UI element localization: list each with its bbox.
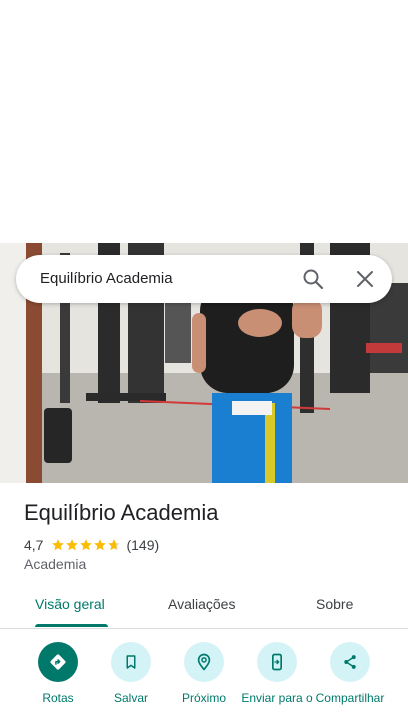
close-icon[interactable] <box>353 267 377 291</box>
star-icon <box>80 539 93 551</box>
save-label: Salvar <box>113 691 148 705</box>
active-tab-indicator <box>35 624 108 627</box>
star-icon <box>94 539 107 551</box>
review-count: (149) <box>126 537 160 553</box>
nearby-button[interactable]: Próximo <box>166 642 242 705</box>
share-button[interactable]: Compartilhar <box>312 642 388 705</box>
rating-value: 4,7 <box>24 537 44 553</box>
nearby-label: Próximo <box>181 691 226 705</box>
rating-row[interactable]: 4,7 (149) <box>24 536 159 554</box>
star-icon <box>66 539 79 551</box>
place-category[interactable]: Academia <box>24 556 86 572</box>
tab-about[interactable]: Sobre <box>316 596 353 612</box>
tab-overview[interactable]: Visão geral <box>35 596 105 612</box>
nearby-icon <box>184 642 224 682</box>
bookmark-icon <box>111 642 151 682</box>
search-bar[interactable]: Equilíbrio Academia <box>16 255 392 303</box>
action-bar: Rotas Salvar Próximo Enviar para o Compa… <box>0 640 408 726</box>
send-to-phone-icon <box>257 642 297 682</box>
star-icon <box>52 539 65 551</box>
map-area <box>0 0 408 243</box>
share-label: Compartilhar <box>315 691 385 705</box>
tab-reviews[interactable]: Avaliações <box>168 596 235 612</box>
search-icon[interactable] <box>301 267 325 291</box>
star-icon <box>108 539 121 551</box>
search-input[interactable]: Equilíbrio Academia <box>40 255 290 303</box>
directions-label: Rotas <box>42 691 74 705</box>
share-icon <box>330 642 370 682</box>
save-button[interactable]: Salvar <box>93 642 169 705</box>
directions-button[interactable]: Rotas <box>20 642 96 705</box>
tab-bar: Visão geral Avaliações Sobre <box>0 584 408 629</box>
rating-stars <box>51 538 121 552</box>
send-to-phone-button[interactable]: Enviar para o <box>239 642 315 705</box>
place-title: Equilíbrio Academia <box>24 500 219 525</box>
directions-icon <box>38 642 78 682</box>
send-to-phone-label: Enviar para o <box>241 691 313 705</box>
